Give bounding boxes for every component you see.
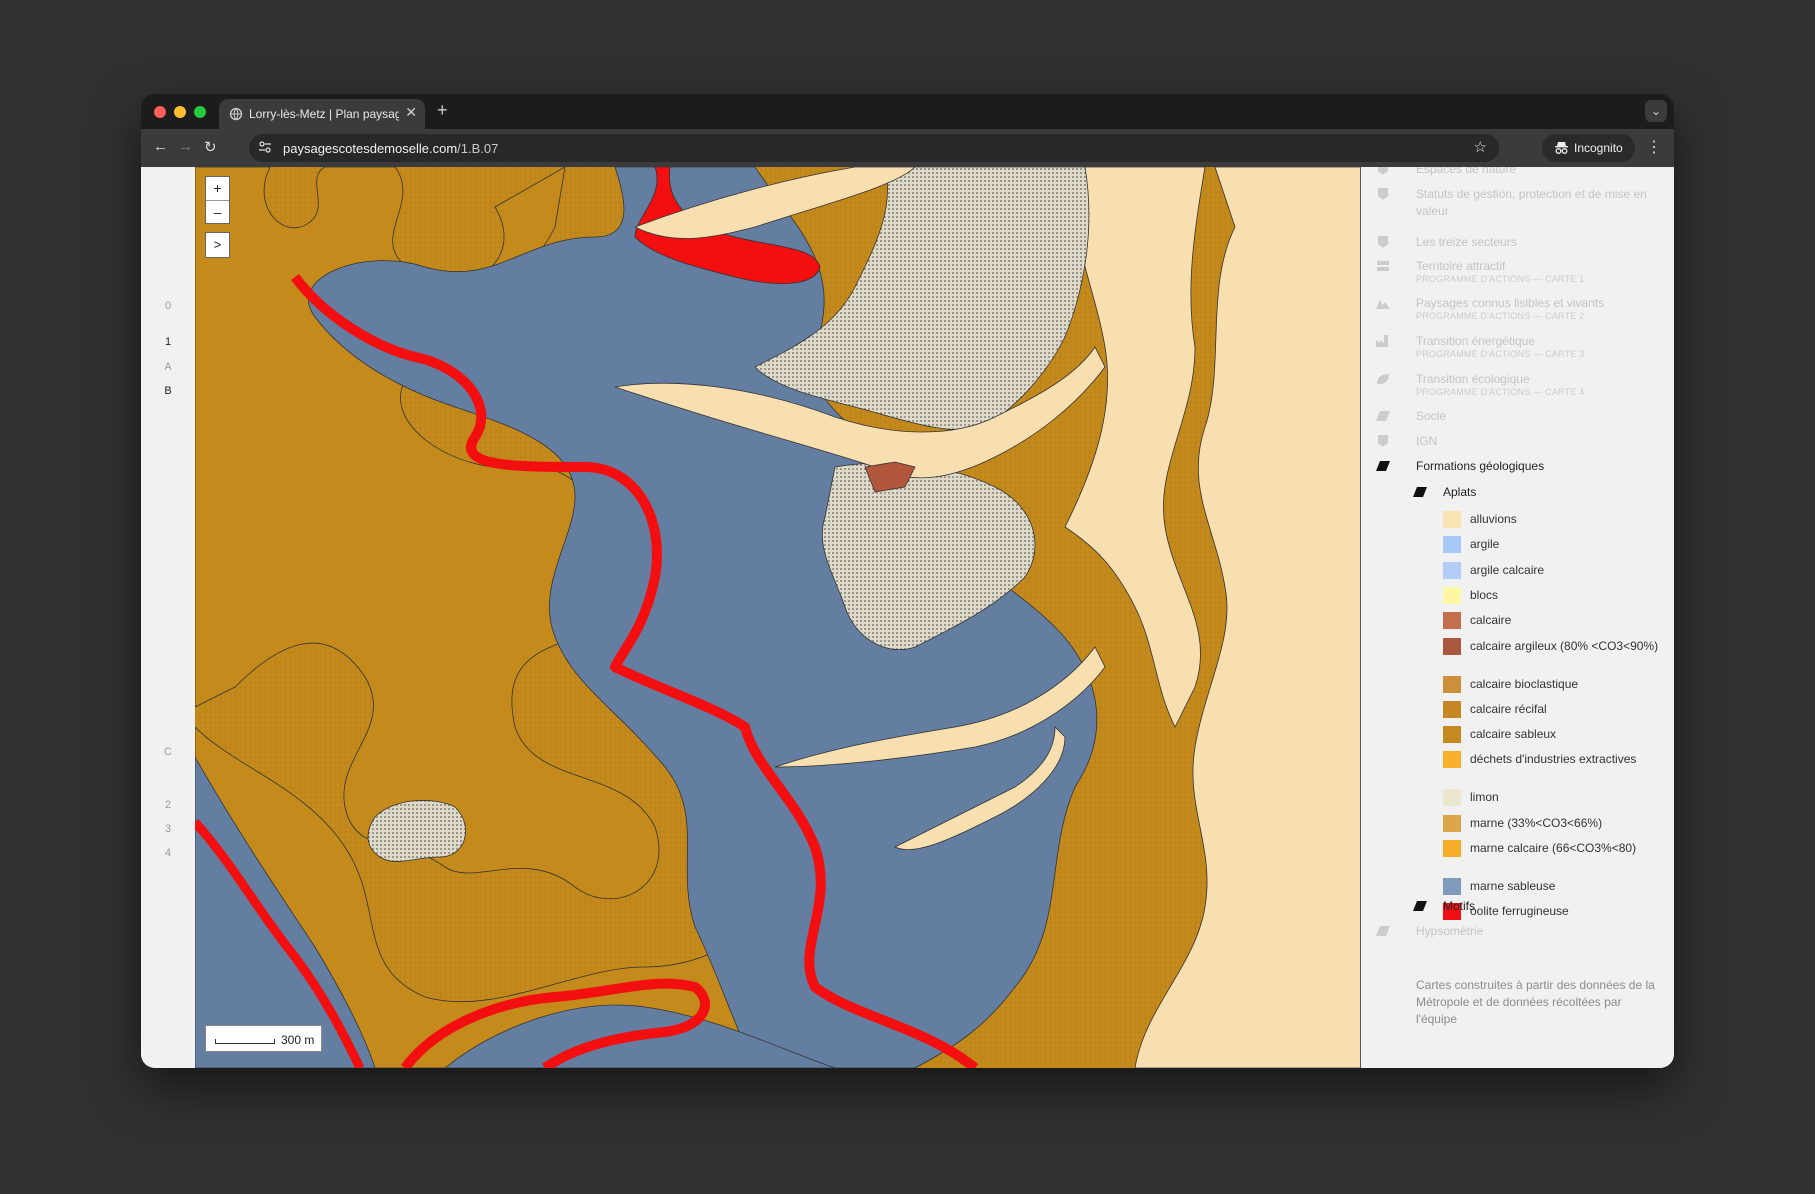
map-canvas[interactable] (195, 167, 1361, 1068)
more-menu-icon[interactable]: ⋮ (1646, 137, 1662, 157)
browser-window: Lorry-lès-Metz | Plan paysage ✕ + ⌄ ← → … (141, 94, 1674, 1068)
new-tab-button[interactable]: + (437, 100, 448, 121)
shield-icon (1378, 435, 1388, 447)
layer-parallelogram-icon (1413, 487, 1427, 497)
bookmark-star-icon[interactable]: ☆ (1474, 138, 1487, 156)
legend-swatch (1443, 511, 1461, 528)
incognito-icon (1555, 142, 1568, 154)
minimize-window-button[interactable] (174, 106, 186, 118)
legend-swatch (1443, 675, 1461, 693)
layer-parallelogram-icon (1413, 901, 1427, 911)
scale-label: 300 m (281, 1033, 315, 1047)
legend-label: blocs (1470, 587, 1499, 602)
zoom-in-button[interactable]: + (206, 177, 229, 200)
tab-title: Lorry-lès-Metz | Plan paysage (249, 107, 399, 121)
address-bar[interactable]: paysagescotesdemoselle.com/1.B.07 ☆ (249, 134, 1499, 162)
legend-label: calcaire récifal (1470, 701, 1547, 716)
index-item-1[interactable]: 1 (141, 336, 195, 348)
index-item-2[interactable]: 2 (141, 799, 195, 811)
active-tab[interactable]: Lorry-lès-Metz | Plan paysage ✕ (219, 99, 425, 129)
legend-swatch (1443, 726, 1461, 744)
zoom-control: + – (205, 176, 230, 224)
legend-label: argile (1470, 537, 1500, 552)
reload-icon[interactable]: ↻ (204, 138, 217, 156)
back-icon[interactable]: ← (153, 138, 168, 155)
index-item-3[interactable]: 3 (141, 823, 195, 835)
expand-panel-button[interactable]: > (205, 232, 230, 258)
close-icon[interactable]: ✕ (405, 104, 417, 121)
globe-icon (229, 107, 243, 121)
index-item-c[interactable]: C (141, 746, 195, 758)
legend-swatch (1443, 586, 1461, 604)
url-text: paysagescotesdemoselle.com/1.B.07 (283, 141, 499, 156)
legend-swatch (1443, 612, 1461, 630)
layer-parallelogram-icon (1376, 926, 1390, 936)
legend-swatch (1443, 840, 1461, 857)
leaf-icon (1377, 374, 1389, 384)
legend-swatch (1443, 536, 1461, 554)
legend-label: alluvions (1470, 512, 1517, 526)
legend-label: calcaire argileux (80% <CO3<90%) (1470, 638, 1659, 653)
legend-swatch (1443, 878, 1461, 895)
layer-panel: Espaces de nature Statuts de gestion, pr… (1361, 167, 1674, 1068)
incognito-label: Incognito (1574, 141, 1623, 155)
legend-swatch (1443, 751, 1461, 769)
scale-bar: 300 m (205, 1025, 322, 1052)
index-item-4[interactable]: 4 (141, 847, 195, 859)
legend-label: déchets d'industries extractives (1470, 752, 1637, 767)
close-window-button[interactable] (154, 106, 166, 118)
incognito-badge[interactable]: Incognito (1542, 134, 1635, 162)
index-nav: 0 1 A B C 2 3 4 (141, 167, 195, 1068)
layer-parallelogram-icon (1376, 411, 1390, 421)
page-content: 0 1 A B C 2 3 4 + – > 300 m Espaces de n… (141, 167, 1674, 1068)
zoom-out-button[interactable]: – (206, 200, 229, 223)
index-item-0[interactable]: 0 (141, 300, 195, 312)
legend-label: argile calcaire (1470, 562, 1545, 577)
legend-label: marne (33%<CO3<66%) (1470, 815, 1603, 830)
toolbar: ← → ↻ paysagescotesdemoselle.com/1.B.07 … (141, 129, 1674, 167)
shield-icon (1378, 236, 1388, 248)
signpost-icon (1377, 261, 1389, 271)
legend-label: calcaire (1470, 613, 1512, 628)
shield-icon (1378, 188, 1388, 200)
layer-parallelogram-icon (1376, 461, 1390, 471)
legend-swatch (1443, 814, 1461, 832)
legend-label: calcaire sableux (1470, 727, 1557, 742)
index-item-b[interactable]: B (141, 385, 195, 397)
geology-map[interactable]: + – > 300 m (195, 167, 1361, 1068)
legend-label: limon (1470, 790, 1499, 805)
legend-label: oolite ferrugineuse (1470, 904, 1569, 919)
forward-icon[interactable]: → (178, 138, 193, 155)
legend-swatch (1443, 637, 1461, 655)
legend-label: marne sableuse (1470, 879, 1556, 893)
legend-label: marne calcaire (66<CO3%<80) (1470, 841, 1637, 855)
zoom-window-button[interactable] (194, 106, 206, 118)
mountains-icon (1376, 300, 1390, 309)
tab-strip: Lorry-lès-Metz | Plan paysage ✕ + ⌄ (141, 94, 1674, 129)
tab-search-button[interactable]: ⌄ (1645, 100, 1667, 122)
legend-swatch (1443, 789, 1461, 807)
legend-swatch (1443, 700, 1461, 718)
legend-label: calcaire bioclastique (1470, 676, 1579, 691)
index-item-a[interactable]: A (141, 361, 195, 373)
site-info-icon[interactable] (257, 139, 273, 155)
data-credit: Cartes construites à partir des données … (1416, 978, 1655, 1026)
factory-icon (1376, 335, 1388, 347)
layer-icon (1378, 167, 1388, 175)
scale-line (215, 1039, 275, 1044)
legend-swatch (1443, 561, 1461, 579)
